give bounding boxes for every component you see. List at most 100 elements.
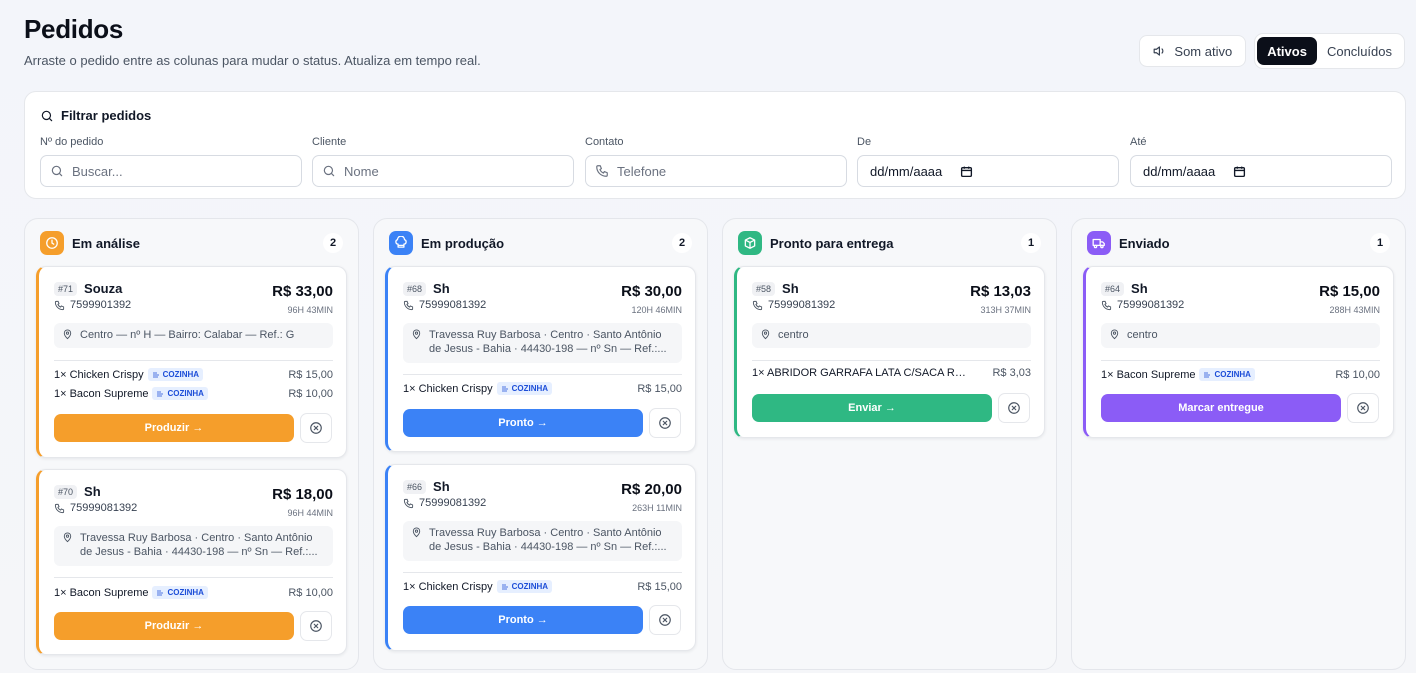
filter-customer: Cliente Nome	[312, 136, 574, 187]
item-price: R$ 15,00	[637, 382, 682, 395]
address-text: Travessa Ruy Barbosa · Centro · Santo An…	[80, 532, 318, 558]
column-header: Em produção 2	[389, 231, 692, 255]
kitchen-tag-label: COZINHA	[511, 384, 549, 393]
item-price: R$ 15,00	[288, 368, 333, 381]
header-actions: Som ativo Ativos Concluídos	[1139, 33, 1405, 69]
tab-active[interactable]: Ativos	[1257, 37, 1317, 65]
order-total: R$ 15,00	[1319, 283, 1380, 300]
kitchen-tag: COZINHA	[152, 586, 208, 599]
address-text: centro	[778, 329, 809, 341]
kitchen-icon	[157, 391, 164, 396]
map-pin-icon	[412, 329, 421, 340]
column-title: Em produção	[421, 235, 505, 251]
customer-name: Sh	[1131, 281, 1148, 296]
card-header: #58 Sh 75999081392 R$ 13,03 313H 37MIN	[752, 281, 1031, 315]
order-card[interactable]: #64 Sh 75999081392 R$ 15,00 288H 43MIN c…	[1083, 266, 1394, 438]
column-sent: Enviado 1 #64 Sh 75999081392 R$ 15,00 28…	[1071, 218, 1406, 670]
calendar-icon[interactable]	[1233, 165, 1246, 178]
map-pin-icon	[63, 329, 72, 340]
delivery-address: Travessa Ruy Barbosa · Centro · Santo An…	[403, 323, 682, 363]
ready-button[interactable]: Pronto →	[403, 409, 643, 437]
map-pin-icon	[412, 527, 421, 538]
phone-number: 7599901392	[70, 299, 132, 311]
order-number: #70	[54, 484, 78, 499]
map-pin-icon	[1110, 329, 1119, 340]
elapsed-time: 96H 43MIN	[287, 305, 333, 315]
cancel-icon	[659, 417, 671, 429]
order-item: 1× Chicken Crispy COZINHA R$ 15,00	[54, 368, 333, 381]
search-icon	[41, 110, 53, 121]
order-total: R$ 13,03	[970, 283, 1031, 300]
cancel-order-button[interactable]	[649, 605, 681, 635]
item-name: 1× Chicken Crispy	[403, 382, 493, 395]
filter-title: Filtrar pedidos	[40, 108, 151, 123]
phone-icon	[403, 498, 414, 508]
delivery-address: centro	[1101, 323, 1380, 348]
cancel-icon	[659, 614, 671, 626]
cancel-order-button[interactable]	[300, 611, 332, 641]
send-button[interactable]: Enviar →	[752, 394, 992, 422]
phone-icon	[752, 300, 763, 310]
kitchen-tag: COZINHA	[496, 382, 553, 395]
elapsed-time: 288H 43MIN	[1329, 305, 1380, 315]
order-item: 1× Bacon Supreme COZINHA R$ 10,00	[1101, 368, 1380, 381]
to-date-input[interactable]: dd/mm/aaaa	[1130, 155, 1392, 187]
elapsed-time: 313H 37MIN	[980, 305, 1031, 315]
page-header: Pedidos Arraste o pedido entre as coluna…	[24, 14, 481, 68]
cancel-order-button[interactable]	[300, 413, 332, 443]
divider	[1101, 360, 1380, 361]
cancel-icon	[1357, 402, 1369, 414]
order-total: R$ 33,00	[272, 283, 333, 300]
elapsed-time: 120H 46MIN	[631, 305, 682, 315]
from-date-input[interactable]: dd/mm/aaaa	[857, 155, 1119, 187]
from-date-label: De	[857, 136, 872, 148]
kitchen-icon	[501, 386, 508, 391]
calendar-icon[interactable]	[960, 165, 973, 178]
address-text: Travessa Ruy Barbosa · Centro · Santo An…	[429, 527, 667, 553]
kitchen-tag: COZINHA	[496, 580, 553, 593]
cancel-order-button[interactable]	[1347, 393, 1379, 423]
order-card[interactable]: #68 Sh 75999081392 R$ 30,00 120H 46MIN T…	[385, 266, 696, 452]
clock-icon	[40, 231, 64, 255]
customer-name: Sh	[433, 479, 450, 494]
customer-input[interactable]: Nome	[312, 155, 574, 187]
order-card[interactable]: #70 Sh 75999081392 R$ 18,00 96H 44MIN Tr…	[36, 469, 347, 655]
column-production: Em produção 2 #68 Sh 75999081392 R$ 30,0…	[373, 218, 708, 670]
from-date-value: dd/mm/aaaa	[870, 163, 943, 179]
produce-button[interactable]: Produzir →	[54, 414, 294, 442]
delivery-address: centro	[752, 323, 1031, 348]
phone-number: 75999081392	[768, 299, 836, 311]
elapsed-time: 263H 11MIN	[632, 503, 682, 513]
page-subtitle: Arraste o pedido entre as colunas para m…	[24, 53, 481, 68]
order-item: 1× ABRIDOR GARRAFA LATA C/SACA ROLHA R$ …	[752, 367, 1031, 379]
item-price: R$ 10,00	[288, 586, 333, 599]
column-count: 1	[1370, 233, 1390, 253]
filter-order-number: Nº do pedido Buscar...	[40, 136, 302, 187]
order-number-input[interactable]: Buscar...	[40, 155, 302, 187]
kitchen-tag: COZINHA	[147, 368, 204, 381]
speaker-icon	[1153, 46, 1164, 56]
item-name: 1× Bacon Supreme	[1101, 368, 1196, 381]
customer-name: Souza	[84, 281, 123, 296]
kitchen-tag-label: COZINHA	[167, 389, 204, 398]
kitchen-tag-label: COZINHA	[162, 370, 200, 379]
produce-button[interactable]: Produzir →	[54, 612, 294, 640]
order-item: 1× Bacon Supreme COZINHA R$ 10,00	[54, 387, 333, 400]
tab-completed[interactable]: Concluídos	[1317, 37, 1402, 65]
customer-name: Sh	[433, 281, 450, 296]
sound-toggle-button[interactable]: Som ativo	[1139, 35, 1247, 67]
elapsed-time: 96H 44MIN	[287, 508, 333, 518]
kitchen-tag-label: COZINHA	[1214, 370, 1251, 379]
cancel-order-button[interactable]	[998, 393, 1030, 423]
order-card[interactable]: #58 Sh 75999081392 R$ 13,03 313H 37MIN c…	[734, 266, 1045, 438]
order-card[interactable]: #71 Souza 7599901392 R$ 33,00 96H 43MIN …	[36, 266, 347, 458]
contact-input[interactable]: Telefone	[585, 155, 847, 187]
mark-delivered-button[interactable]: Marcar entregue	[1101, 394, 1341, 422]
order-card[interactable]: #66 Sh 75999081392 R$ 20,00 263H 11MIN T…	[385, 464, 696, 651]
ready-button[interactable]: Pronto →	[403, 606, 643, 634]
item-name: 1× Bacon Supreme	[54, 586, 149, 599]
item-name: 1× Bacon Supreme	[54, 387, 149, 400]
column-title: Pronto para entrega	[770, 235, 894, 251]
cancel-order-button[interactable]	[649, 408, 681, 438]
customer-name: Sh	[782, 281, 799, 296]
